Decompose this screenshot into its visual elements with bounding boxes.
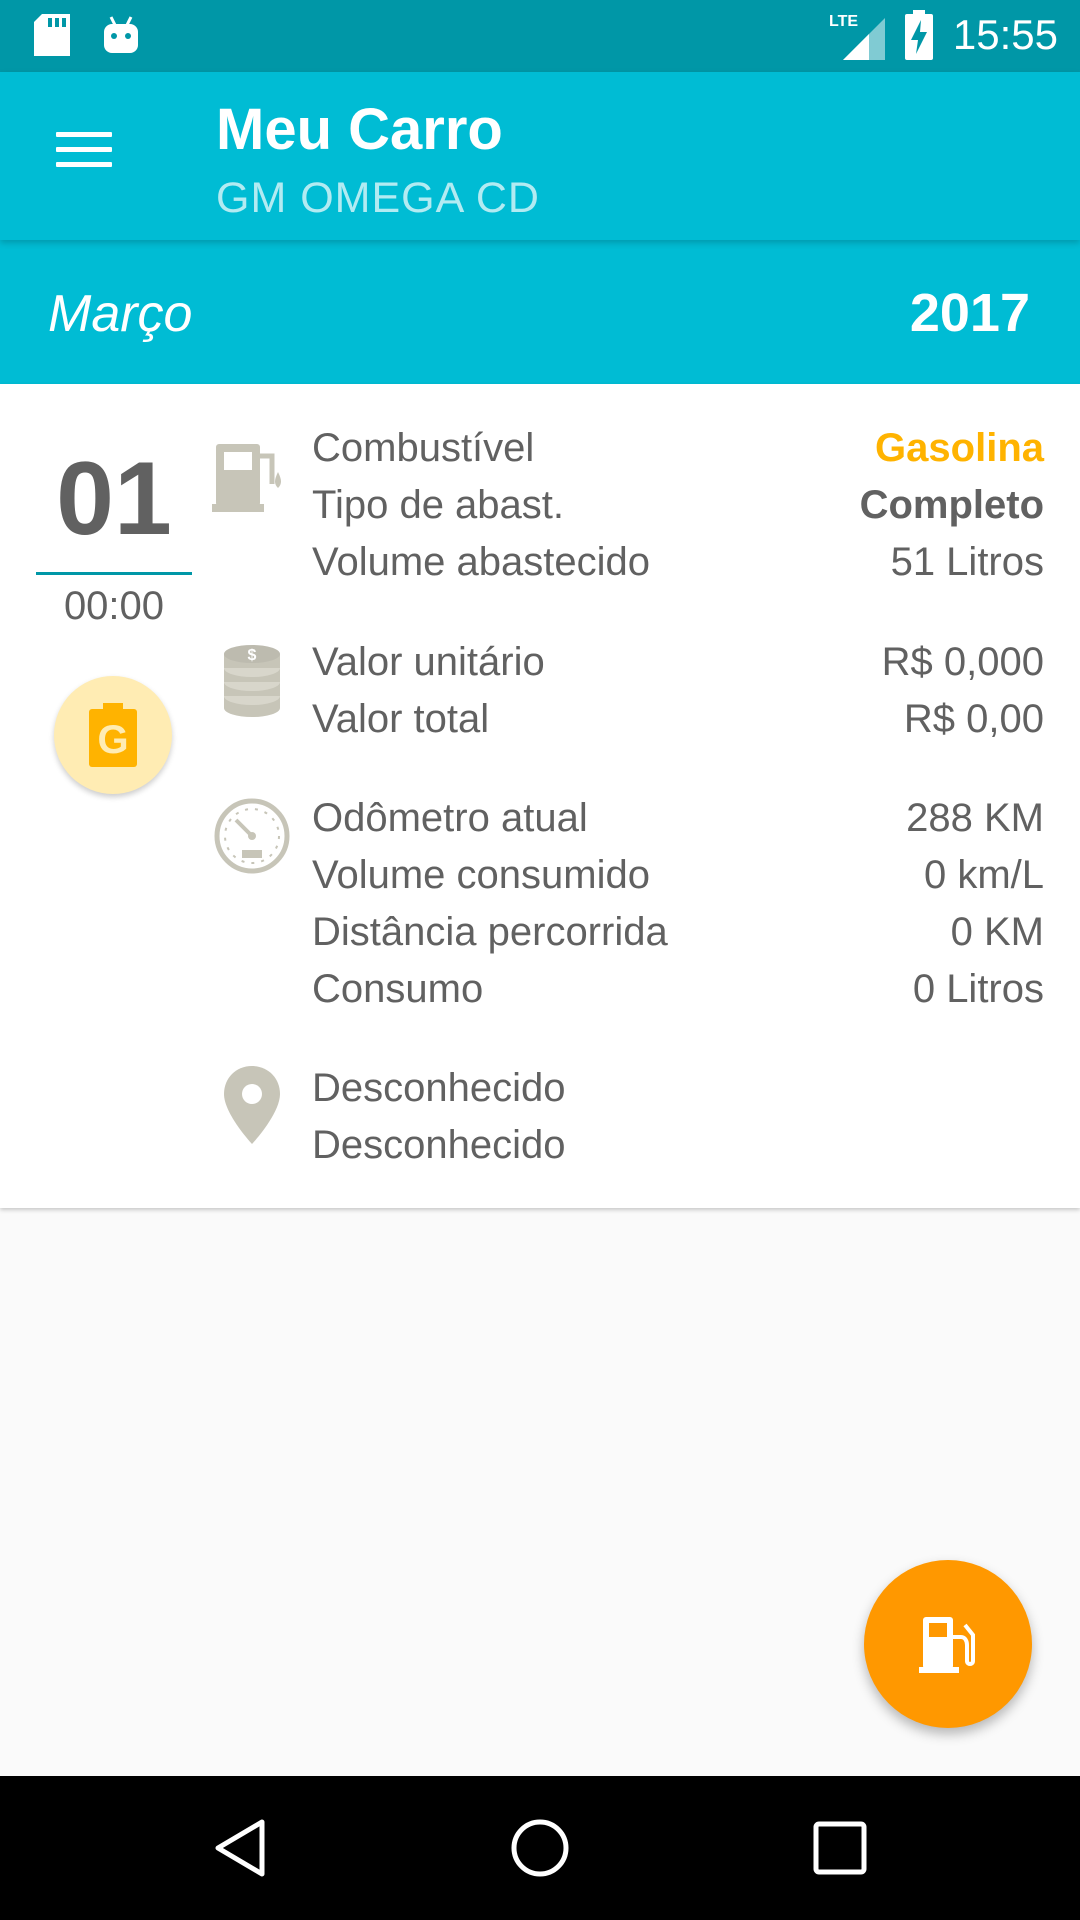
- recents-square-icon: [813, 1821, 867, 1875]
- home-button[interactable]: [498, 1806, 582, 1890]
- unit-price-value: R$ 0,000: [881, 640, 1044, 684]
- distance-row: Distância percorrida 0 KM: [312, 910, 1044, 954]
- status-bar: LTE 15:55: [0, 0, 1080, 72]
- fuel-type-badge[interactable]: G: [54, 676, 172, 794]
- battery-charging-icon: [904, 10, 933, 60]
- consumption-value: 0 Litros: [912, 967, 1044, 1011]
- location-row: Desconhecido: [312, 1066, 566, 1110]
- consumed-volume-row: Volume consumido 0 km/L: [312, 853, 1044, 897]
- fuel-pump-icon: [919, 1617, 975, 1673]
- sd-card-icon: [34, 14, 70, 56]
- refuel-entry-card[interactable]: 01 00:00 G Combustível Gasolina Tipo de …: [0, 384, 1080, 1208]
- month-label: Março: [48, 285, 193, 343]
- location-detail-row: Desconhecido: [312, 1123, 566, 1167]
- hamburger-menu-icon: [56, 132, 112, 137]
- location-pin-icon: [224, 1066, 280, 1144]
- unit-price-row: Valor unitário R$ 0,000: [312, 640, 1044, 684]
- total-price-row: Valor total R$ 0,00: [312, 697, 1044, 741]
- add-refuel-fab[interactable]: [864, 1560, 1032, 1728]
- app-subtitle: GM OMEGA CD: [216, 174, 540, 222]
- volume-value: 51 Litros: [890, 540, 1044, 584]
- odometer-value: 288 KM: [906, 796, 1044, 840]
- total-price-value: R$ 0,00: [903, 697, 1044, 741]
- entry-day: 01: [56, 441, 172, 557]
- year-label: 2017: [909, 283, 1030, 343]
- navigation-bar: [0, 1776, 1080, 1920]
- consumption-row: Consumo 0 Litros: [312, 967, 1044, 1011]
- recents-button[interactable]: [798, 1806, 882, 1890]
- fuel-type-row: Combustível Gasolina: [312, 426, 1044, 470]
- gasoline-can-icon: G: [89, 703, 137, 767]
- app-title: Meu Carro: [216, 97, 503, 162]
- back-triangle-icon: [215, 1819, 265, 1877]
- status-time: 15:55: [952, 11, 1058, 58]
- coins-icon: $: [224, 645, 280, 717]
- fuel-type-value: Gasolina: [875, 426, 1044, 470]
- volume-row: Volume abastecido 51 Litros: [312, 540, 1044, 584]
- svg-text:LTE: LTE: [829, 13, 858, 30]
- refuel-type-value: Completo: [859, 483, 1044, 527]
- entry-time: 00:00: [63, 584, 165, 628]
- svg-text:G: G: [97, 718, 128, 762]
- home-circle-icon: [511, 1819, 569, 1877]
- distance-value: 0 KM: [950, 910, 1044, 954]
- svg-text:$: $: [248, 647, 257, 664]
- fuel-pump-icon: [212, 444, 281, 512]
- consumed-volume-value: 0 km/L: [923, 853, 1044, 897]
- day-divider: [36, 572, 192, 575]
- odometer-row: Odômetro atual 288 KM: [312, 796, 1044, 840]
- back-button[interactable]: [198, 1806, 282, 1890]
- signal-icon: LTE: [829, 13, 885, 60]
- menu-button[interactable]: [40, 122, 126, 192]
- speedometer-icon: [214, 798, 290, 874]
- month-header: Março 2017: [0, 240, 1080, 384]
- app-bar: Meu Carro GM OMEGA CD: [0, 72, 1080, 240]
- android-icon: [104, 16, 138, 53]
- refuel-type-row: Tipo de abast. Completo: [312, 483, 1044, 527]
